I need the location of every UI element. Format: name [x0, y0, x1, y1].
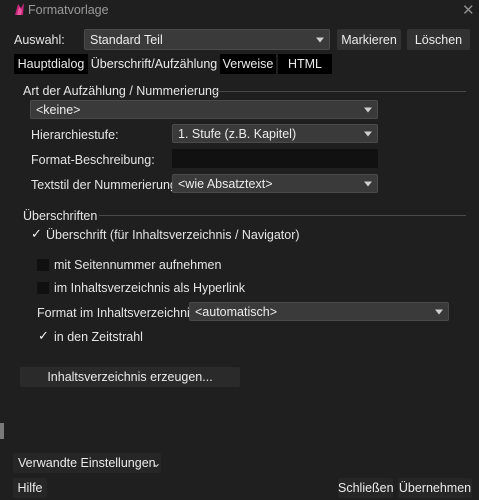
hyperlink-checkbox-label[interactable]: im Inhaltsverzeichnis als Hyperlink	[54, 281, 245, 295]
textstyle-value: <wie Absatztext>	[178, 176, 273, 191]
textstyle-select[interactable]: <wie Absatztext>	[172, 174, 378, 193]
pagenum-checkbox-label[interactable]: mit Seitennummer aufnehmen	[54, 258, 221, 272]
tab-ueberschrift-aufzaehlung[interactable]: Überschrift/Aufzählung	[90, 54, 218, 74]
toc-format-label: Format im Inhaltsverzeichnis:	[37, 306, 200, 320]
toc-format-select[interactable]: <automatisch>	[189, 302, 449, 321]
window-title: Formatvorlage	[28, 3, 109, 17]
generate-toc-label: Inhaltsverzeichnis erzeugen...	[47, 370, 213, 384]
title-bar: Formatvorlage ✕	[0, 0, 479, 20]
close-icon[interactable]: ✕	[462, 1, 475, 19]
level-label: Hierarchiestufe:	[31, 128, 119, 142]
section-divider	[99, 215, 466, 216]
scrollbar[interactable]	[0, 423, 4, 439]
auswahl-select[interactable]: Standard Teil	[84, 29, 330, 50]
timeline-checkbox-label[interactable]: in den Zeitstrahl	[54, 330, 143, 344]
hyperlink-checkbox[interactable]	[37, 282, 49, 294]
chevron-down-icon	[364, 107, 372, 112]
numbering-type-select[interactable]: <keine>	[30, 100, 378, 119]
timeline-checkbox[interactable]: ✓	[38, 328, 49, 344]
markieren-button[interactable]: Markieren	[337, 29, 401, 50]
chevron-down-icon	[435, 309, 443, 314]
chevron-down-icon	[364, 131, 372, 136]
app-icon	[15, 3, 24, 15]
tab-html[interactable]: HTML	[278, 54, 332, 74]
tab-label: Verweise	[222, 57, 274, 71]
apply-button[interactable]: Übernehmen	[398, 478, 472, 498]
chevron-down-icon	[364, 181, 372, 186]
help-label: Hilfe	[17, 481, 43, 495]
chevron-down-icon: ⌄	[151, 456, 162, 470]
generate-toc-button[interactable]: Inhaltsverzeichnis erzeugen...	[20, 367, 240, 387]
level-value: 1. Stufe (z.B. Kapitel)	[178, 126, 297, 141]
format-description-label: Format-Beschreibung:	[31, 153, 155, 167]
numbering-type-value: <keine>	[36, 102, 81, 117]
textstyle-label: Textstil der Nummerierung:	[31, 178, 181, 192]
level-select[interactable]: 1. Stufe (z.B. Kapitel)	[172, 124, 378, 143]
toc-format-value: <automatisch>	[195, 304, 277, 319]
related-settings-button[interactable]: Verwandte Einstellungen ⌄	[13, 453, 161, 473]
close-button[interactable]: Schließen	[338, 478, 394, 498]
auswahl-value: Standard Teil	[90, 32, 163, 47]
pagenum-checkbox[interactable]	[37, 259, 49, 271]
chevron-down-icon	[316, 37, 324, 42]
tab-hauptdialog[interactable]: Hauptdialog	[14, 54, 88, 74]
heading-checkbox-label[interactable]: Überschrift (für Inhaltsverzeichnis / Na…	[46, 228, 300, 242]
heading-checkbox[interactable]: ✓	[31, 226, 42, 242]
help-button[interactable]: Hilfe	[13, 478, 47, 498]
tab-label: Hauptdialog	[17, 57, 85, 71]
auswahl-label: Auswahl:	[14, 33, 65, 47]
related-settings-label: Verwandte Einstellungen	[18, 456, 156, 470]
apply-label: Übernehmen	[398, 481, 472, 495]
tab-label: HTML	[287, 57, 323, 71]
loeschen-label: Löschen	[414, 32, 463, 47]
numbering-section-title: Art der Aufzählung / Nummerierung	[23, 84, 219, 98]
close-label: Schließen	[338, 481, 394, 495]
tab-verweise[interactable]: Verweise	[220, 54, 276, 74]
section-divider	[214, 91, 466, 92]
headings-section-title: Überschriften	[23, 209, 98, 223]
markieren-label: Markieren	[341, 32, 397, 47]
tab-label: Überschrift/Aufzählung	[90, 57, 218, 71]
loeschen-button[interactable]: Löschen	[407, 29, 470, 50]
format-description-field[interactable]	[172, 149, 378, 168]
